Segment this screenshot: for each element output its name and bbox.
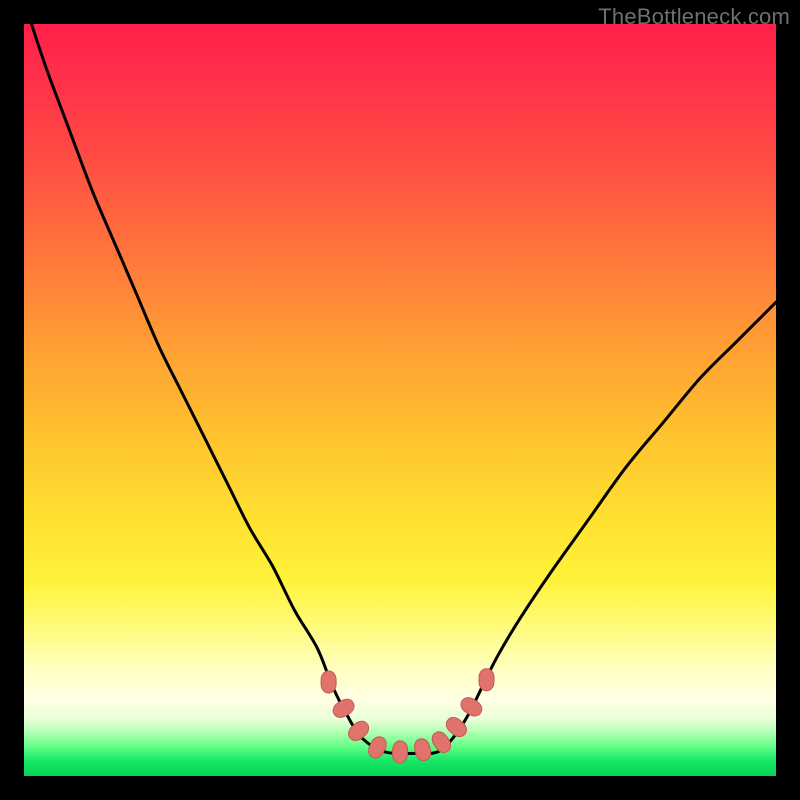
marker-dot [458, 695, 485, 719]
outer-frame: TheBottleneck.com [0, 0, 800, 800]
marker-dot [392, 741, 408, 764]
marker-dot [330, 696, 357, 720]
watermark-text: TheBottleneck.com [598, 4, 790, 30]
curve-path [32, 24, 777, 754]
marker-dot [321, 671, 336, 693]
marker-dot [429, 729, 454, 756]
curve-layer [24, 24, 776, 776]
bottleneck-curve [32, 24, 777, 754]
marker-dot [366, 734, 389, 760]
marker-dot [479, 669, 494, 691]
marker-dot [413, 737, 433, 762]
